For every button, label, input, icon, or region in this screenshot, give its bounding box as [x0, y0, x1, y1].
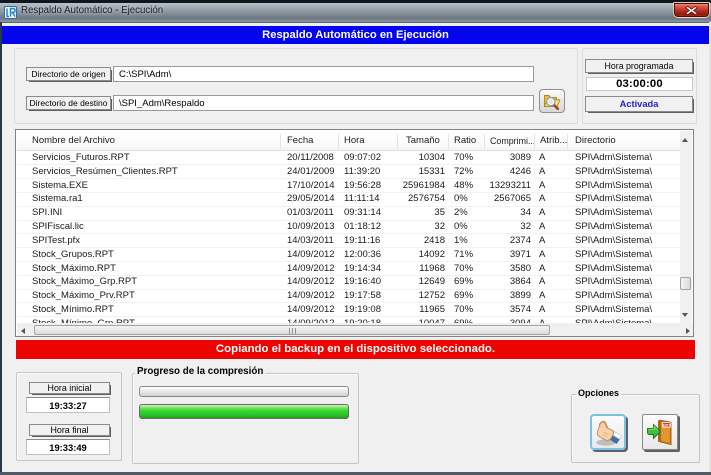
svg-text:EXIT: EXIT	[663, 423, 671, 427]
